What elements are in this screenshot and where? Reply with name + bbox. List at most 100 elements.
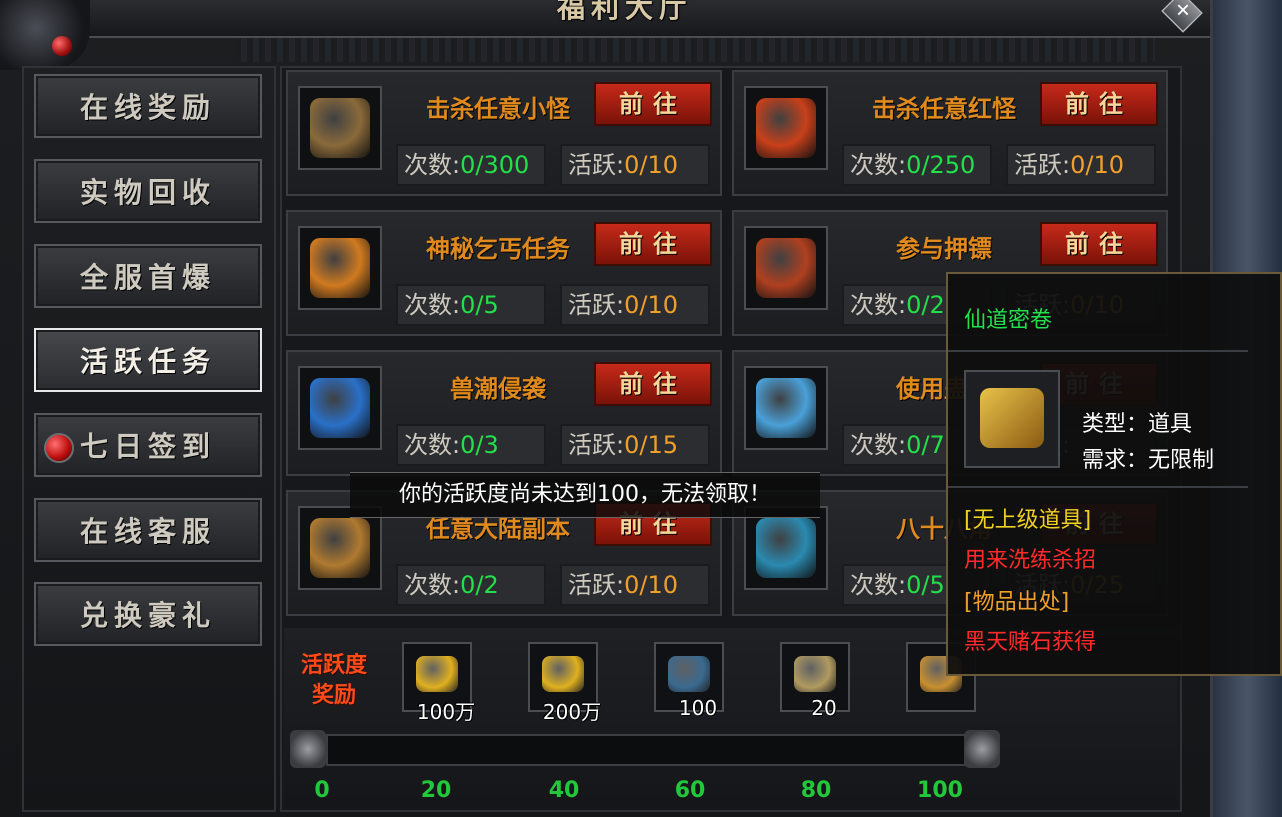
- reward-count: [910, 696, 990, 720]
- count-value: 0/3: [460, 431, 499, 459]
- reward-label-line2: 奖励: [311, 682, 356, 708]
- sidebar: 在线奖励 实物回收 全服首爆 活跃任务 七日签到 在线客服 兑换豪礼: [22, 66, 276, 812]
- tooltip-item-icon: [964, 370, 1060, 468]
- tooltip-requirement: 需求：无限制: [1082, 448, 1215, 473]
- dragon-ornament-icon: [0, 0, 90, 70]
- task-card: 兽潮侵袭 前往次数:0/3 活跃:0/15: [286, 350, 722, 476]
- task-activity: 活跃:0/10: [560, 144, 710, 186]
- task-title: 参与押镖: [896, 234, 992, 263]
- count-label: 次数:: [404, 571, 461, 599]
- task-title: 兽潮侵袭: [450, 374, 546, 403]
- reward-label-line1: 活跃度: [300, 652, 367, 678]
- task-icon-frame: [744, 506, 828, 590]
- tooltip-source-title: [物品出处]: [964, 590, 1070, 615]
- task-icon-frame: [298, 86, 382, 170]
- sidebar-item-customer-service[interactable]: 在线客服: [34, 498, 262, 562]
- sidebar-item-label: 实物回收: [79, 176, 216, 209]
- count-value: 0/2: [460, 571, 499, 599]
- activity-value: 0/15: [624, 431, 678, 459]
- progress-tick-label: 0: [314, 778, 330, 803]
- activity-label: 活跃:: [568, 571, 625, 599]
- activity-progress-bar: [326, 734, 966, 766]
- activity-label: 活跃:: [568, 151, 625, 179]
- go-button[interactable]: 前往: [594, 222, 712, 266]
- tooltip-source: 黑天赌石获得: [964, 630, 1097, 655]
- task-icon-frame: [298, 366, 382, 450]
- task-icon-frame: [744, 226, 828, 310]
- fist-icon: [756, 238, 816, 298]
- task-count: 次数:0/5: [396, 284, 546, 326]
- count-label: 次数:: [850, 291, 907, 319]
- activity-notice: 你的活跃度尚未达到100，无法领取！: [350, 472, 820, 518]
- activity-label: 活跃:: [568, 291, 625, 319]
- go-button[interactable]: 前往: [594, 362, 712, 406]
- crystal-icon: [756, 378, 816, 438]
- progress-right-cap-icon: [964, 730, 1000, 768]
- tower-icon: [756, 518, 816, 578]
- red-orb-icon: [52, 36, 72, 56]
- progress-tick-label: 20: [420, 778, 452, 803]
- sidebar-item-label: 在线客服: [79, 515, 216, 548]
- task-icon-frame: [298, 226, 382, 310]
- fire-demon-icon: [756, 98, 816, 158]
- activity-value: 0/10: [1070, 151, 1124, 179]
- count-label: 次数:: [850, 151, 907, 179]
- tooltip-divider: [948, 350, 1248, 352]
- task-activity: 活跃:0/15: [560, 424, 710, 466]
- sidebar-item-item-recycle[interactable]: 实物回收: [34, 159, 262, 223]
- gold-ingot-icon: [542, 656, 584, 692]
- item-tooltip: 仙道密卷 类型：道具 需求：无限制 [无上级道具] 用来洗练杀招 [物品出处] …: [946, 272, 1282, 676]
- activity-label: 活跃:: [1014, 151, 1071, 179]
- progress-tick-label: 60: [674, 778, 706, 803]
- task-card: 神秘乞丐任务 前往次数:0/5 活跃:0/10: [286, 210, 722, 336]
- count-label: 次数:: [850, 431, 907, 459]
- sidebar-item-online-reward[interactable]: 在线奖励: [34, 74, 262, 138]
- task-count: 次数:0/250: [842, 144, 992, 186]
- count-value: 0/5: [460, 291, 499, 319]
- go-button[interactable]: 前往: [594, 82, 712, 126]
- jade-disc-icon: [794, 656, 836, 692]
- sidebar-item-seven-day-signin[interactable]: 七日签到: [34, 413, 262, 477]
- activity-label: 活跃:: [568, 431, 625, 459]
- sidebar-item-label: 在线奖励: [79, 91, 216, 124]
- sidebar-item-active-tasks[interactable]: 活跃任务: [34, 328, 262, 392]
- count-value: 0/7: [906, 431, 945, 459]
- progress-left-cap-icon: [290, 730, 326, 768]
- count-value: 0/2: [906, 291, 945, 319]
- count-value: 0/300: [460, 151, 530, 179]
- snowflake-rune-icon: [668, 656, 710, 692]
- task-count: 次数:0/3: [396, 424, 546, 466]
- count-label: 次数:: [404, 431, 461, 459]
- task-activity: 活跃:0/10: [560, 564, 710, 606]
- task-activity: 活跃:0/10: [560, 284, 710, 326]
- sidebar-item-label: 活跃任务: [79, 345, 216, 378]
- sidebar-item-label: 兑换豪礼: [79, 599, 216, 632]
- go-button[interactable]: 前往: [1040, 82, 1158, 126]
- scroll-icon: [980, 388, 1044, 448]
- ship-icon: [310, 518, 370, 578]
- count-value: 0/5: [906, 571, 945, 599]
- task-count: 次数:0/300: [396, 144, 546, 186]
- sidebar-item-server-first-drop[interactable]: 全服首爆: [34, 244, 262, 308]
- close-icon: ✕: [1175, 0, 1191, 22]
- count-label: 次数:: [404, 291, 461, 319]
- count-value: 0/250: [906, 151, 976, 179]
- tooltip-item-name: 仙道密卷: [964, 308, 1053, 333]
- skull-emblem-icon: [310, 98, 370, 158]
- progress-tick-label: 100: [917, 778, 963, 803]
- task-icon-frame: [744, 86, 828, 170]
- task-count: 次数:0/2: [396, 564, 546, 606]
- go-button[interactable]: 前往: [1040, 222, 1158, 266]
- task-title: 神秘乞丐任务: [426, 234, 570, 263]
- sidebar-item-redeem-gifts[interactable]: 兑换豪礼: [34, 582, 262, 646]
- task-title: 击杀任意红怪: [872, 94, 1016, 123]
- reward-count: 100万: [416, 700, 476, 724]
- sidebar-item-label: 全服首爆: [79, 261, 216, 294]
- reward-count: 200万: [542, 700, 602, 724]
- blue-beast-icon: [310, 378, 370, 438]
- task-icon-frame: [298, 506, 382, 590]
- count-label: 次数:: [404, 151, 461, 179]
- window-title: 福利大厅: [556, 0, 693, 24]
- notification-dot-icon: [44, 433, 74, 463]
- progress-tick-label: 40: [548, 778, 580, 803]
